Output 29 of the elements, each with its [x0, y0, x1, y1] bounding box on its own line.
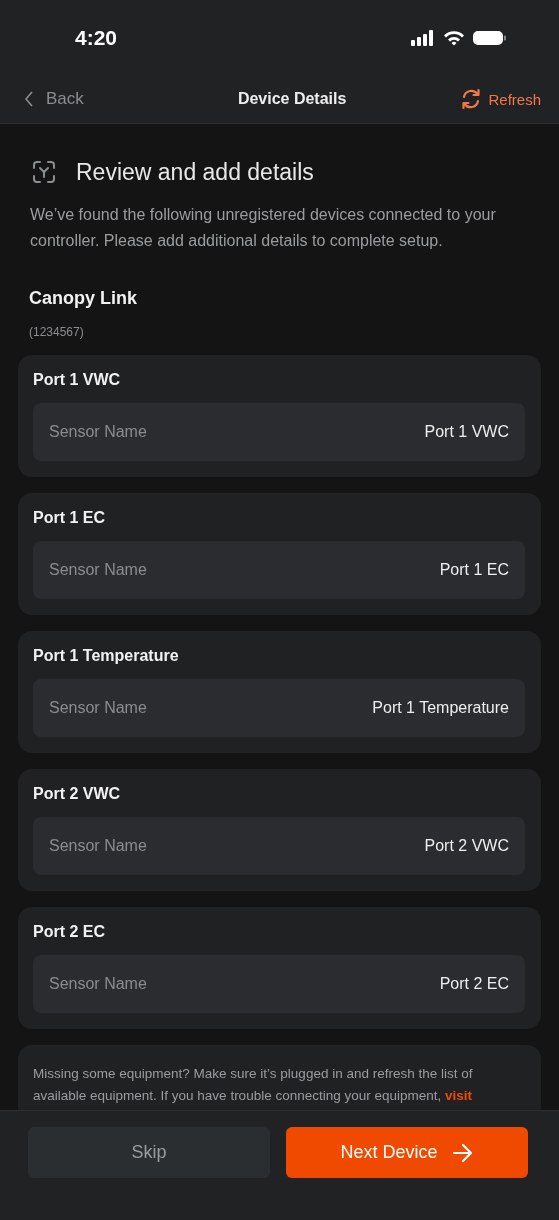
sensor-name-field[interactable]: Sensor Name Port 2 EC	[33, 955, 525, 1013]
sensor-title: Port 2 VWC	[33, 785, 122, 803]
screen-title: Device Details	[237, 90, 347, 108]
sensor-title: Port 1 EC	[33, 509, 106, 527]
scan-icon	[30, 158, 58, 186]
arrow-right-icon	[451, 1142, 474, 1163]
next-device-button[interactable]: Next Device	[286, 1127, 528, 1178]
sensor-title: Port 2 EC	[33, 923, 106, 941]
visit-link[interactable]: visit	[445, 1088, 473, 1103]
back-chevron-icon	[24, 91, 34, 107]
section-heading: Review and add details	[76, 158, 314, 186]
device-name: Canopy Link	[29, 288, 138, 309]
skip-button[interactable]: Skip	[28, 1127, 270, 1178]
sensor-name-field[interactable]: Sensor Name Port 1 Temperature	[33, 679, 525, 737]
sensor-title: Port 1 VWC	[33, 371, 122, 389]
battery-icon	[473, 29, 507, 46]
help-text: Missing some equipment? Make sure it’s plugged in and refresh the list of available equipment. If you have trouble connecting your equipment, visit	[33, 1065, 474, 1105]
wifi-icon	[443, 29, 465, 46]
sensor-name-field[interactable]: Sensor Name Port 2 VWC	[33, 817, 525, 875]
sensor-title: Port 1 Temperature	[33, 647, 180, 665]
signal-icon	[411, 29, 435, 46]
description-text: We’ve found the following unregistered devices connected to your controller. Please add additional details to complete setup.	[30, 205, 497, 251]
sensor-name-field[interactable]: Sensor Name Port 1 VWC	[33, 403, 525, 461]
refresh-button[interactable]: Refresh	[460, 88, 541, 110]
back-button[interactable]: Back	[24, 89, 84, 109]
status-time: 4:20	[75, 25, 118, 50]
refresh-icon	[460, 88, 483, 110]
device-serial: (1234567)	[29, 325, 85, 339]
sensor-name-field[interactable]: Sensor Name Port 1 EC	[33, 541, 525, 599]
